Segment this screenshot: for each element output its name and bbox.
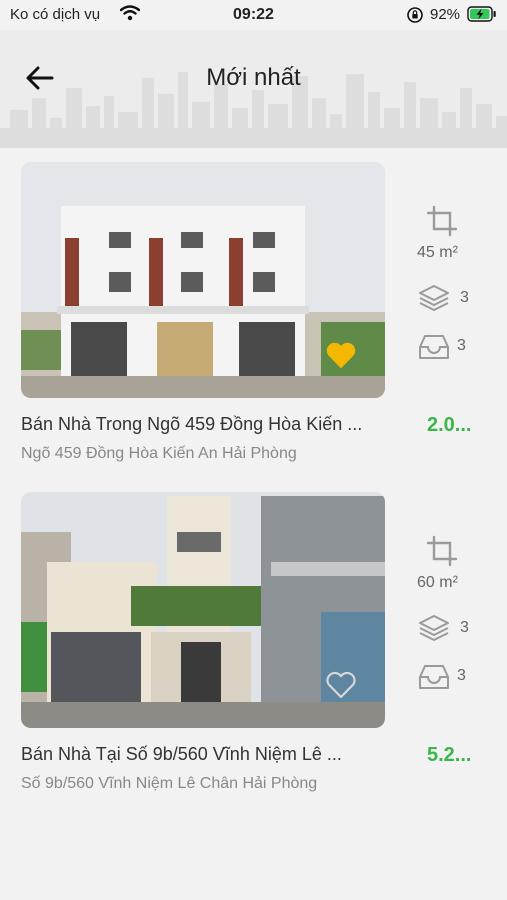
crop-area-icon <box>426 535 458 567</box>
listing-photo[interactable] <box>21 492 385 728</box>
bedrooms-value: 3 <box>457 337 466 354</box>
area-value: 45 m² <box>417 244 458 261</box>
bedrooms-value: 3 <box>457 667 466 684</box>
floors-value: 3 <box>460 289 469 306</box>
battery-percent: 92% <box>430 6 461 23</box>
crop-area-icon <box>426 205 458 237</box>
listing-photo[interactable] <box>21 162 385 398</box>
inbox-room-icon <box>419 335 449 359</box>
status-bar: Ko có dịch vụ 09:22 92% <box>0 0 507 30</box>
header: Mới nhất <box>0 30 507 148</box>
orientation-lock-icon <box>407 7 423 23</box>
area-value: 60 m² <box>417 574 458 591</box>
listing-price: 2.0... <box>427 414 472 436</box>
floors-value: 3 <box>460 619 469 636</box>
page-title: Mới nhất <box>206 64 301 91</box>
listing-address: Số 9b/560 Vĩnh Niệm Lê Chân Hải Phòng <box>21 775 318 792</box>
layers-floors-icon <box>419 615 449 641</box>
inbox-room-icon <box>419 665 449 689</box>
layers-floors-icon <box>419 285 449 311</box>
favorite-heart-icon[interactable] <box>325 340 357 370</box>
listing-title[interactable]: Bán Nhà Tại Số 9b/560 Vĩnh Niệm Lê ... <box>21 744 421 765</box>
battery-charging-icon <box>467 6 496 22</box>
favorite-heart-outline-icon[interactable] <box>325 670 357 700</box>
listing-price: 5.2... <box>427 744 472 766</box>
listing-title[interactable]: Bán Nhà Trong Ngõ 459 Đồng Hòa Kiến ... <box>21 414 421 435</box>
listing-address: Ngõ 459 Đồng Hòa Kiến An Hải Phòng <box>21 445 297 462</box>
